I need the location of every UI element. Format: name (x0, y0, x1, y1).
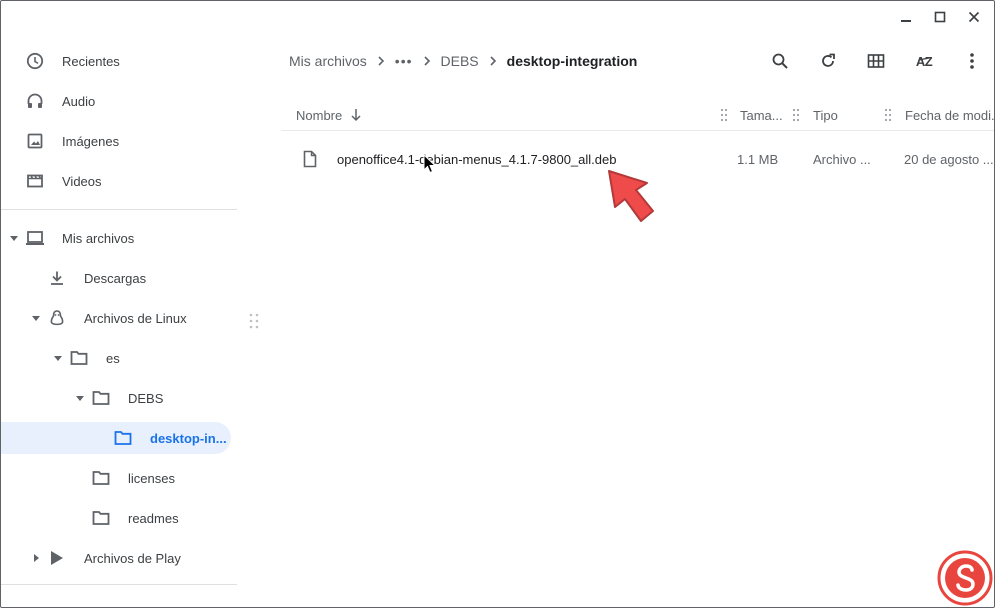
toolbar: AZ (768, 47, 984, 75)
search-icon (772, 53, 788, 69)
column-resize-handle[interactable] (884, 108, 892, 122)
linux-penguin-icon (47, 308, 67, 328)
sidebar-divider (1, 584, 237, 585)
sidebar-item-descargas[interactable]: Descargas (47, 262, 146, 294)
sidebar-item-es[interactable]: es (69, 342, 120, 374)
column-header-label: Fecha de modi... (905, 107, 995, 123)
sidebar-item-imagenes[interactable]: Imágenes (25, 125, 119, 157)
sidebar-divider (1, 209, 237, 210)
sidebar-item-label: Imágenes (62, 133, 120, 149)
refresh-button[interactable] (816, 47, 840, 75)
headphones-icon (25, 91, 45, 111)
maximize-icon[interactable] (930, 7, 950, 27)
file-name: openoffice4.1-debian-menus_4.1.7-9800_al… (337, 151, 617, 167)
refresh-icon (822, 53, 835, 67)
sidebar-item-audio[interactable]: Audio (25, 85, 95, 117)
minimize-icon[interactable] (896, 7, 916, 27)
watermark-logo-icon (936, 549, 994, 607)
sidebar-item-label: Recientes (62, 53, 120, 69)
image-icon (25, 131, 45, 151)
column-header-size[interactable]: Tama... (740, 99, 783, 131)
column-resize-handle[interactable] (792, 108, 800, 122)
sidebar-item-label: Descargas (84, 270, 147, 286)
file-type: Archivo ... (813, 151, 871, 167)
expand-arrow-icon[interactable] (74, 392, 86, 404)
sidebar-item-archivos-de-linux[interactable]: Archivos de Linux (47, 302, 187, 334)
column-header-name[interactable]: Nombre (296, 99, 362, 131)
file-size: 1.1 MB (737, 151, 779, 167)
annotation-arrow-icon (601, 163, 657, 234)
sidebar-item-label: Audio (62, 93, 96, 109)
expand-arrow-right-icon[interactable] (30, 552, 42, 564)
sidebar: Recientes Audio Imágenes Videos Mis arch… (1, 41, 237, 607)
sidebar-item-label: Archivos de Linux (84, 310, 187, 326)
column-header-label: Tipo (813, 107, 838, 123)
sidebar-item-licenses[interactable]: licenses (91, 462, 175, 494)
sort-icon (917, 48, 930, 61)
sidebar-item-mis-archivos[interactable]: Mis archivos (25, 222, 134, 254)
expand-arrow-icon[interactable] (52, 352, 64, 364)
mouse-cursor-icon (423, 153, 437, 179)
folder-icon (113, 428, 133, 448)
sidebar-item-label: desktop-in... (150, 430, 227, 446)
grid-icon (867, 54, 885, 68)
sidebar-item-debs[interactable]: DEBS (91, 382, 163, 414)
expand-arrow-icon[interactable] (8, 232, 20, 244)
download-icon (47, 268, 67, 288)
table-header: Nombre Tama... Tipo Fecha de modi... (281, 99, 995, 131)
search-button[interactable] (768, 47, 792, 75)
file-date: 20 de agosto ... (904, 151, 994, 167)
sidebar-item-label: licenses (128, 470, 175, 486)
more-options-button[interactable] (960, 47, 984, 75)
breadcrumb-mis-archivos[interactable]: Mis archivos (289, 53, 367, 69)
sidebar-item-label: readmes (128, 510, 179, 526)
main-panel: Mis archivos ••• DEBS desktop-integratio… (281, 41, 995, 607)
sidebar-item-label: Videos (62, 173, 102, 189)
arrow-down-icon (350, 108, 362, 122)
chevron-right-icon (413, 49, 441, 73)
column-header-type[interactable]: Tipo (813, 99, 838, 131)
sidebar-item-label: DEBS (128, 390, 164, 406)
folder-icon (91, 388, 111, 408)
folder-icon (91, 468, 111, 488)
expand-arrow-icon[interactable] (30, 312, 42, 324)
sidebar-item-desktop-integration[interactable]: desktop-in... (113, 422, 227, 454)
column-header-label: Tama... (740, 107, 783, 123)
close-icon[interactable] (964, 7, 984, 27)
sidebar-item-label: Archivos de Play (84, 550, 181, 566)
column-header-label: Nombre (296, 107, 343, 123)
clock-icon (25, 51, 45, 71)
sidebar-item-archivos-de-play[interactable]: Archivos de Play (47, 542, 181, 574)
sidebar-item-label: es (106, 350, 120, 366)
play-store-icon (47, 548, 67, 568)
sidebar-item-recientes[interactable]: Recientes (25, 45, 120, 77)
chevron-right-icon (367, 49, 395, 73)
sort-button[interactable]: AZ (912, 47, 936, 75)
files-app-window: Recientes Audio Imágenes Videos Mis arch… (0, 0, 995, 608)
sidebar-resize-handle[interactable] (249, 313, 259, 329)
chevron-right-icon (479, 49, 507, 73)
breadcrumb-debs[interactable]: DEBS (441, 53, 479, 69)
column-header-date[interactable]: Fecha de modi... (905, 99, 995, 131)
sidebar-item-label: Mis archivos (62, 230, 135, 246)
sidebar-item-readmes[interactable]: readmes (91, 502, 179, 534)
file-icon (303, 141, 317, 177)
movie-icon (25, 171, 45, 191)
grid-view-button[interactable] (864, 47, 888, 75)
window-controls (896, 5, 984, 29)
folder-icon (91, 508, 111, 528)
breadcrumb-overflow[interactable]: ••• (395, 53, 413, 69)
sort-label: AZ (915, 53, 933, 69)
breadcrumb: Mis archivos ••• DEBS desktop-integratio… (289, 49, 637, 73)
laptop-icon (25, 228, 45, 248)
sidebar-item-videos[interactable]: Videos (25, 165, 102, 197)
folder-icon (69, 348, 89, 368)
breadcrumb-current: desktop-integration (506, 53, 638, 69)
more-vert-icon (970, 53, 974, 69)
column-resize-handle[interactable] (720, 108, 728, 122)
